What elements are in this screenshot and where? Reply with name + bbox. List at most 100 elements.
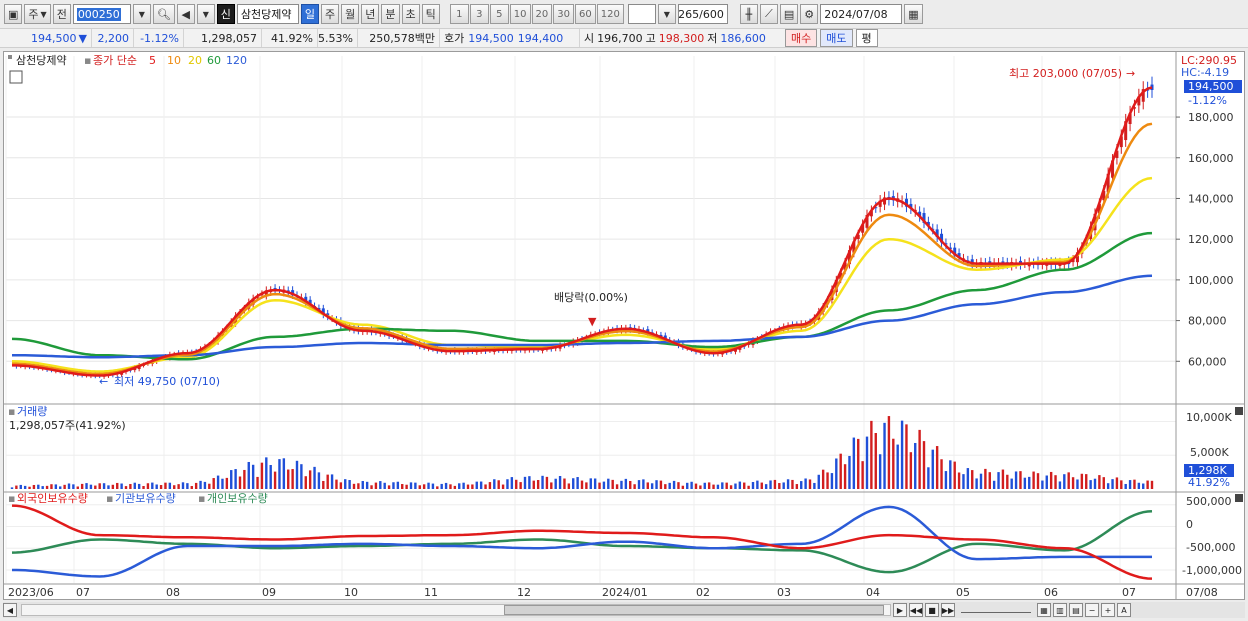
interval-button-120[interactable]: 120 xyxy=(596,4,624,24)
volume-bar xyxy=(703,482,706,489)
settings-button[interactable]: ⚙ xyxy=(800,4,819,24)
interval-button-60[interactable]: 60 xyxy=(574,4,596,24)
scroll-right-button[interactable]: ▶ xyxy=(893,603,907,617)
volume-bar xyxy=(203,481,207,489)
volume-bar xyxy=(59,486,62,489)
stock-code-input[interactable]: 000250 xyxy=(72,4,131,24)
volume-bar xyxy=(572,478,575,489)
calendar-button[interactable]: ▦ xyxy=(904,4,923,24)
period-tab-2[interactable]: 월 xyxy=(341,4,360,24)
indicator-button[interactable]: ▤ xyxy=(1069,603,1083,617)
volume-bar xyxy=(528,476,531,489)
zoom-slider[interactable] xyxy=(961,607,1031,613)
scroll-thumb[interactable] xyxy=(504,605,884,615)
volume-bar xyxy=(1023,477,1027,489)
period-tab-5[interactable]: 초 xyxy=(401,4,420,24)
table-view-icon[interactable] xyxy=(9,70,23,84)
volume-bar xyxy=(887,416,891,489)
volume-bar xyxy=(54,484,58,489)
code-dropdown-button[interactable]: ▼ xyxy=(132,4,151,24)
volume-bar xyxy=(743,482,746,489)
interval-dropdown-button[interactable]: ▼ xyxy=(657,4,676,24)
scroll-track[interactable] xyxy=(21,604,891,616)
buy-button[interactable]: 매수 xyxy=(785,29,818,47)
font-size-button[interactable]: A xyxy=(1117,603,1131,617)
prev-button[interactable]: 전 xyxy=(52,4,71,24)
volume-bar xyxy=(874,433,877,489)
volume-bar xyxy=(686,482,689,489)
window-menu-icon[interactable]: ▣ xyxy=(4,4,23,24)
volume-bar xyxy=(707,482,711,489)
interval-button-1[interactable]: 1 xyxy=(449,4,469,24)
speaker-dropdown-button[interactable]: ▼ xyxy=(196,4,215,24)
period-tab-6[interactable]: 틱 xyxy=(421,4,440,24)
layout-button[interactable]: ▦ xyxy=(1037,603,1051,617)
period-tab-1[interactable]: 주 xyxy=(321,4,340,24)
pane-close-icon[interactable] xyxy=(1235,407,1243,415)
interval-button-30[interactable]: 30 xyxy=(553,4,574,24)
volume-bar xyxy=(519,482,522,489)
period-tab-4[interactable]: 분 xyxy=(381,4,400,24)
zoom-in-button[interactable]: + xyxy=(1101,603,1115,617)
high-annotation: 최고 203,000 (07/05) xyxy=(1009,67,1122,80)
zoom-out-button[interactable]: − xyxy=(1085,603,1099,617)
chevron-down-icon: ▼ xyxy=(40,9,47,19)
main-toolbar: ▣ 주 ▼ 전 000250 ▼ 🔍︎ ◀ ▼ 신 삼천당제약 일주월년분초틱 1… xyxy=(0,3,1248,25)
interval-button-5[interactable]: 5 xyxy=(489,4,509,24)
interval-button-20[interactable]: 20 xyxy=(531,4,553,24)
drawing-tool-button[interactable]: ⟋ xyxy=(759,4,778,24)
volume-bar xyxy=(1028,476,1031,489)
interval-button-3[interactable]: 3 xyxy=(469,4,489,24)
volume-bar xyxy=(795,484,799,489)
volume-bar xyxy=(19,484,22,489)
legend-marker-dot: ▪ xyxy=(8,405,15,418)
volume-bar xyxy=(76,486,79,489)
jump-end-button[interactable]: ▶▶ xyxy=(941,603,955,617)
speaker-button[interactable]: ◀ xyxy=(176,4,195,24)
period-tab-3[interactable]: 년 xyxy=(361,4,380,24)
volume-bar xyxy=(896,444,899,489)
data-count-input[interactable]: 265/600 xyxy=(677,4,728,24)
count-max: /600 xyxy=(699,7,724,21)
volume-bar xyxy=(102,483,106,489)
period-tab-0[interactable]: 일 xyxy=(300,4,320,24)
volume-bar xyxy=(927,467,930,489)
open-label: 시 xyxy=(584,32,595,45)
high-label: 고 xyxy=(645,32,656,45)
stop-button[interactable]: ■ xyxy=(925,603,939,617)
volume-bar xyxy=(545,476,549,489)
axes: 180,000 160,000 140,000 120,000 100,000 80,00… xyxy=(4,52,1244,599)
volume-bar xyxy=(291,469,294,489)
search-button[interactable]: 🔍︎ xyxy=(152,4,175,24)
volume-bar xyxy=(804,478,807,489)
volume-bar xyxy=(554,478,557,489)
scroll-left-button[interactable]: ◀ xyxy=(3,603,17,617)
market-select[interactable]: 주 ▼ xyxy=(24,4,51,24)
badge-label: 신 xyxy=(220,8,231,21)
jump-start-button[interactable]: ◀◀ xyxy=(909,603,923,617)
volume-bar xyxy=(475,481,478,489)
ohl-cell: 시 196,700 고 198,300 저 186,600 xyxy=(580,29,782,47)
eval-button[interactable]: 평 xyxy=(855,29,878,47)
volume-bar xyxy=(1137,482,1141,489)
volume-bar xyxy=(392,482,395,489)
interval-custom-input[interactable] xyxy=(627,4,656,24)
chart-area[interactable]: 180,000 160,000 140,000 120,000 100,000 80,00… xyxy=(3,51,1245,600)
volume-bar xyxy=(28,486,31,489)
volume-bar xyxy=(883,422,886,489)
interval-button-10[interactable]: 10 xyxy=(509,4,531,24)
volume-bar xyxy=(971,470,974,489)
volume-bar xyxy=(940,459,943,489)
volume-bar xyxy=(453,485,457,489)
volume-bar xyxy=(383,482,386,489)
volume-bar xyxy=(107,485,110,489)
price-pane xyxy=(11,76,1154,379)
volume-bar xyxy=(760,482,763,489)
sell-button[interactable]: 매도 xyxy=(820,29,853,47)
date-input[interactable]: 2024/07/08 xyxy=(820,4,903,24)
save-button[interactable]: ▤ xyxy=(779,4,799,24)
pane-close-icon[interactable] xyxy=(1235,494,1243,502)
chart-type-button[interactable]: ╫ xyxy=(739,4,758,24)
volume-bar xyxy=(199,480,202,489)
compare-button[interactable]: ▥ xyxy=(1053,603,1067,617)
